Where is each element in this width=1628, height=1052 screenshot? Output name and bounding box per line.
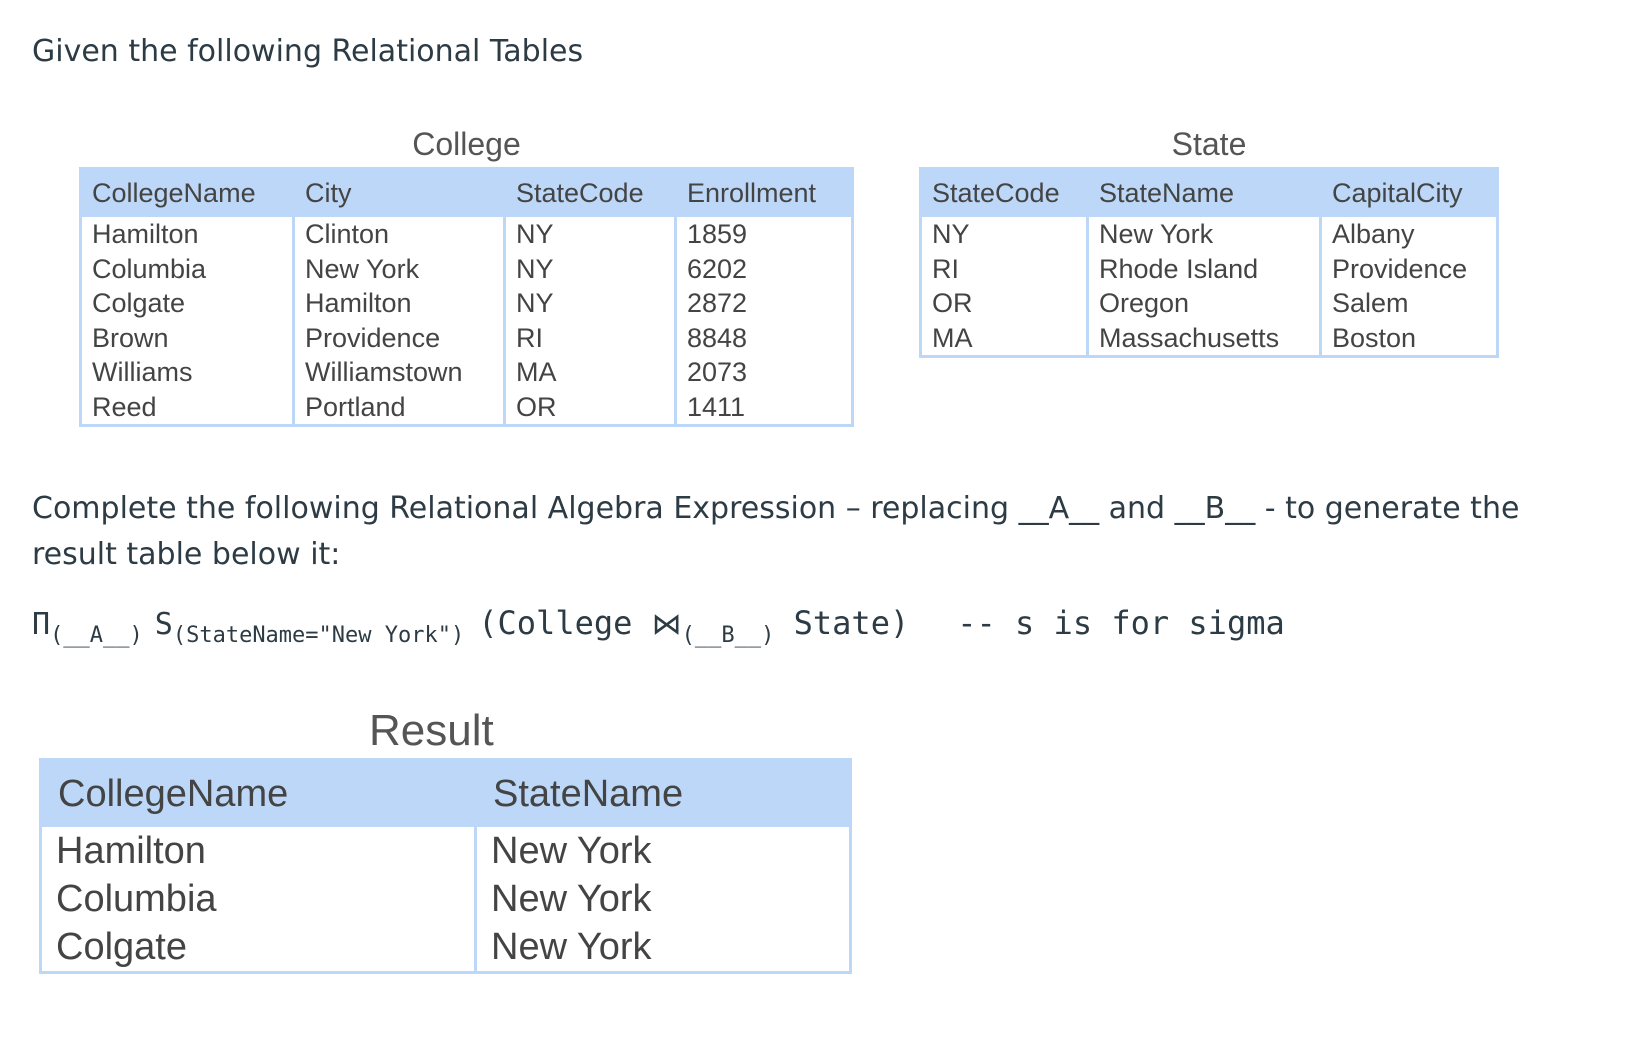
table-row: Hamilton Clinton NY 1859 xyxy=(81,217,853,252)
table-cell: 1411 xyxy=(674,389,853,426)
relational-algebra-expression: Π (__A__) S (StateName="New York") (Coll… xyxy=(32,604,1285,648)
table-cell: RI xyxy=(503,320,676,355)
table-cell: Salem xyxy=(1319,286,1498,321)
college-operand: (College xyxy=(478,604,652,642)
table-cell: Albany xyxy=(1319,217,1498,252)
state-header-row: StateCode StateName CapitalCity xyxy=(920,168,1498,217)
table-cell: New York xyxy=(474,875,851,923)
college-header-cell: City xyxy=(292,168,505,217)
table-cell: Providence xyxy=(1319,251,1498,286)
state-table-block: State StateCode StateName CapitalCity NY… xyxy=(919,126,1499,358)
table-cell: Reed xyxy=(92,391,157,422)
table-row: MA Massachusetts Boston xyxy=(921,320,1498,357)
table-row: Columbia New York NY 6202 xyxy=(81,251,853,286)
blank-a-subscript: (__A__) xyxy=(50,623,143,648)
table-cell: OR xyxy=(503,389,676,426)
table-cell: Hamilton xyxy=(56,830,206,872)
table-cell: Colgate xyxy=(92,288,186,319)
page-heading: Given the following Relational Tables xyxy=(32,34,584,69)
table-cell: 2872 xyxy=(674,286,853,321)
table-cell: 1859 xyxy=(674,217,853,252)
table-row: Columbia New York xyxy=(41,875,851,923)
table-cell: New York xyxy=(474,923,851,973)
college-header-row: CollegeName City StateCode Enrollment xyxy=(80,168,853,217)
table-cell: Massachusetts xyxy=(1086,320,1321,357)
state-table: StateCode StateName CapitalCity NY New Y… xyxy=(919,167,1499,358)
blank-b-subscript: (__B__) xyxy=(681,623,775,648)
projection-symbol: Π xyxy=(32,607,51,642)
table-cell: NY xyxy=(503,251,676,286)
college-table-caption: College xyxy=(412,126,521,162)
result-table-caption: Result xyxy=(369,706,494,755)
result-table-block: Result CollegeName StateName Hamilton Ne… xyxy=(39,706,852,974)
table-cell: NY xyxy=(503,217,676,252)
join-symbol: ⋈ xyxy=(651,607,682,642)
table-cell: New York xyxy=(1086,217,1321,252)
table-cell: Boston xyxy=(1319,320,1498,357)
result-header-cell: CollegeName xyxy=(40,759,476,827)
table-row: NY New York Albany xyxy=(921,217,1498,252)
table-cell: Williams xyxy=(92,357,193,388)
table-cell: Williamstown xyxy=(292,355,505,390)
table-cell: New York xyxy=(292,251,505,286)
table-cell: RI xyxy=(932,253,959,284)
table-row: Williams Williamstown MA 2073 xyxy=(81,355,853,390)
table-row: RI Rhode Island Providence xyxy=(921,251,1498,286)
college-header-cell: Enrollment xyxy=(674,168,853,217)
college-header-cell: CollegeName xyxy=(80,168,294,217)
table-cell: NY xyxy=(932,219,970,250)
table-cell: Brown xyxy=(92,322,169,353)
table-row: Reed Portland OR 1411 xyxy=(81,389,853,426)
state-operand: State) xyxy=(774,604,910,642)
table-cell: 8848 xyxy=(674,320,853,355)
table-cell: Providence xyxy=(292,320,505,355)
table-cell: Columbia xyxy=(92,253,207,284)
table-row: Colgate Hamilton NY 2872 xyxy=(81,286,853,321)
table-row: Hamilton New York xyxy=(41,827,851,875)
result-table: CollegeName StateName Hamilton New York … xyxy=(39,758,852,974)
table-cell: OR xyxy=(932,288,973,319)
table-cell: Portland xyxy=(292,389,505,426)
table-cell: 6202 xyxy=(674,251,853,286)
table-cell: 2073 xyxy=(674,355,853,390)
result-header-row: CollegeName StateName xyxy=(40,759,851,827)
state-table-caption: State xyxy=(1171,126,1247,162)
result-header-cell: StateName xyxy=(474,759,851,827)
table-row: Colgate New York xyxy=(41,923,851,973)
table-cell: Rhode Island xyxy=(1086,251,1321,286)
table-cell: Hamilton xyxy=(92,219,199,250)
table-cell: Clinton xyxy=(292,217,505,252)
expression-comment: -- s is for sigma xyxy=(957,604,1285,642)
table-cell: NY xyxy=(503,286,676,321)
table-cell: New York xyxy=(474,827,851,875)
table-cell: MA xyxy=(503,355,676,390)
table-cell: Colgate xyxy=(56,926,187,968)
table-row: Brown Providence RI 8848 xyxy=(81,320,853,355)
college-table: CollegeName City StateCode Enrollment Ha… xyxy=(79,167,854,427)
table-cell: Oregon xyxy=(1086,286,1321,321)
state-header-cell: StateCode xyxy=(920,168,1088,217)
state-header-cell: StateName xyxy=(1086,168,1321,217)
table-cell: Columbia xyxy=(56,878,217,920)
selection-symbol: S xyxy=(154,607,173,642)
table-cell: Hamilton xyxy=(292,286,505,321)
college-header-cell: StateCode xyxy=(503,168,676,217)
instruction-text: Complete the following Relational Algebr… xyxy=(32,491,1520,572)
table-cell: MA xyxy=(932,322,973,353)
state-header-cell: CapitalCity xyxy=(1319,168,1498,217)
table-row: OR Oregon Salem xyxy=(921,286,1498,321)
selection-condition: (StateName="New York") xyxy=(172,623,465,648)
college-table-block: College CollegeName City StateCode Enrol… xyxy=(79,126,854,427)
